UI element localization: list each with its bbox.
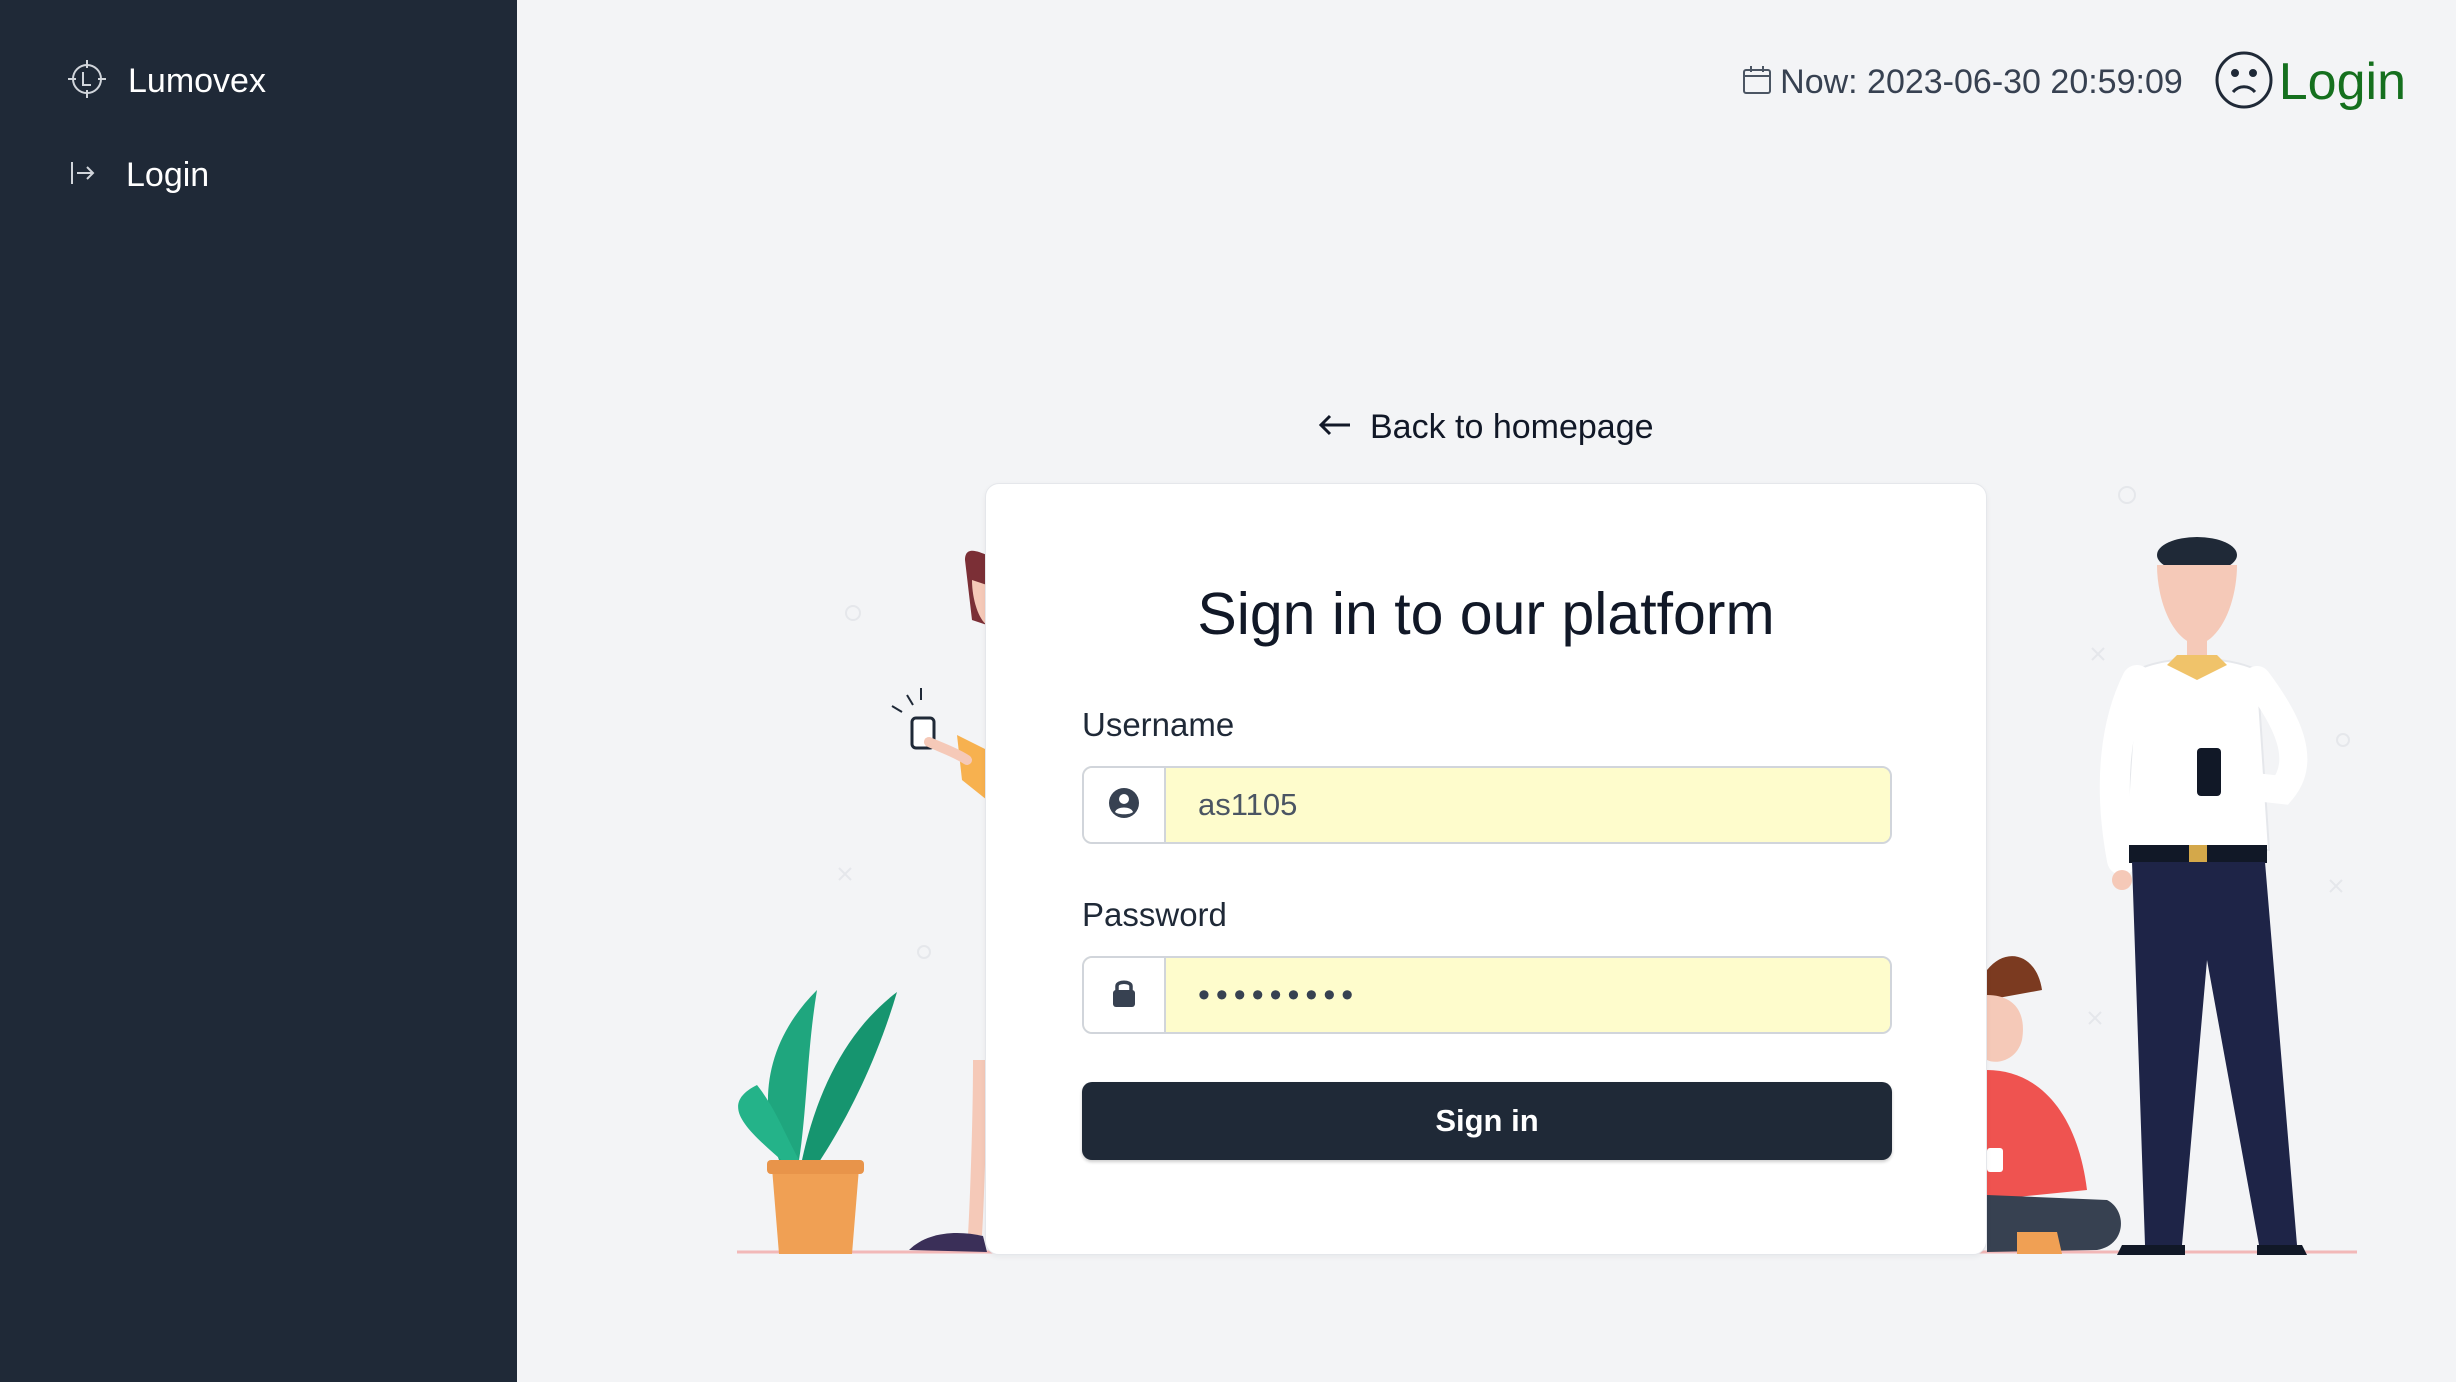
arrow-left-icon — [1318, 413, 1352, 442]
header-login-link[interactable]: Login — [2213, 49, 2406, 116]
username-label: Username — [1082, 706, 1235, 743]
clock: Now: 2023-06-30 20:59:09 — [1740, 63, 2183, 102]
brand-name: Lumovex — [128, 61, 266, 100]
username-addon — [1084, 768, 1166, 842]
current-datetime: Now: 2023-06-30 20:59:09 — [1780, 62, 2183, 101]
brand-link[interactable]: Lumovex — [66, 56, 266, 106]
login-title: Sign in to our platform — [1197, 581, 1775, 647]
username-input-group — [1082, 766, 1892, 844]
back-link-label: Back to homepage — [1370, 407, 1654, 446]
username-field[interactable] — [1166, 768, 1890, 842]
sidebar: Lumovex Login — [0, 0, 517, 1382]
back-to-homepage-link[interactable]: Back to homepage — [1318, 402, 1654, 452]
sidebar-item-login[interactable]: Login — [66, 150, 209, 200]
user-circle-icon — [1108, 787, 1140, 824]
sad-face-icon — [2213, 49, 2275, 116]
sign-in-button[interactable]: Sign in — [1082, 1082, 1892, 1160]
lock-icon — [1110, 977, 1138, 1014]
sidebar-item-label: Login — [126, 155, 210, 194]
sign-in-icon — [66, 156, 100, 195]
login-card: Sign in to our platform Username Passwor… — [985, 483, 1987, 1255]
password-input-group — [1082, 956, 1892, 1034]
password-label: Password — [1082, 896, 1227, 933]
calendar-icon — [1740, 63, 1774, 102]
main-content: Now: 2023-06-30 20:59:09 Login Back to h… — [517, 0, 2456, 1382]
password-addon — [1084, 958, 1166, 1032]
header-login-label: Login — [2278, 53, 2406, 111]
crosshair-logo-icon — [66, 58, 108, 105]
top-bar: Now: 2023-06-30 20:59:09 Login — [1740, 50, 2406, 114]
password-field[interactable] — [1166, 958, 1890, 1032]
